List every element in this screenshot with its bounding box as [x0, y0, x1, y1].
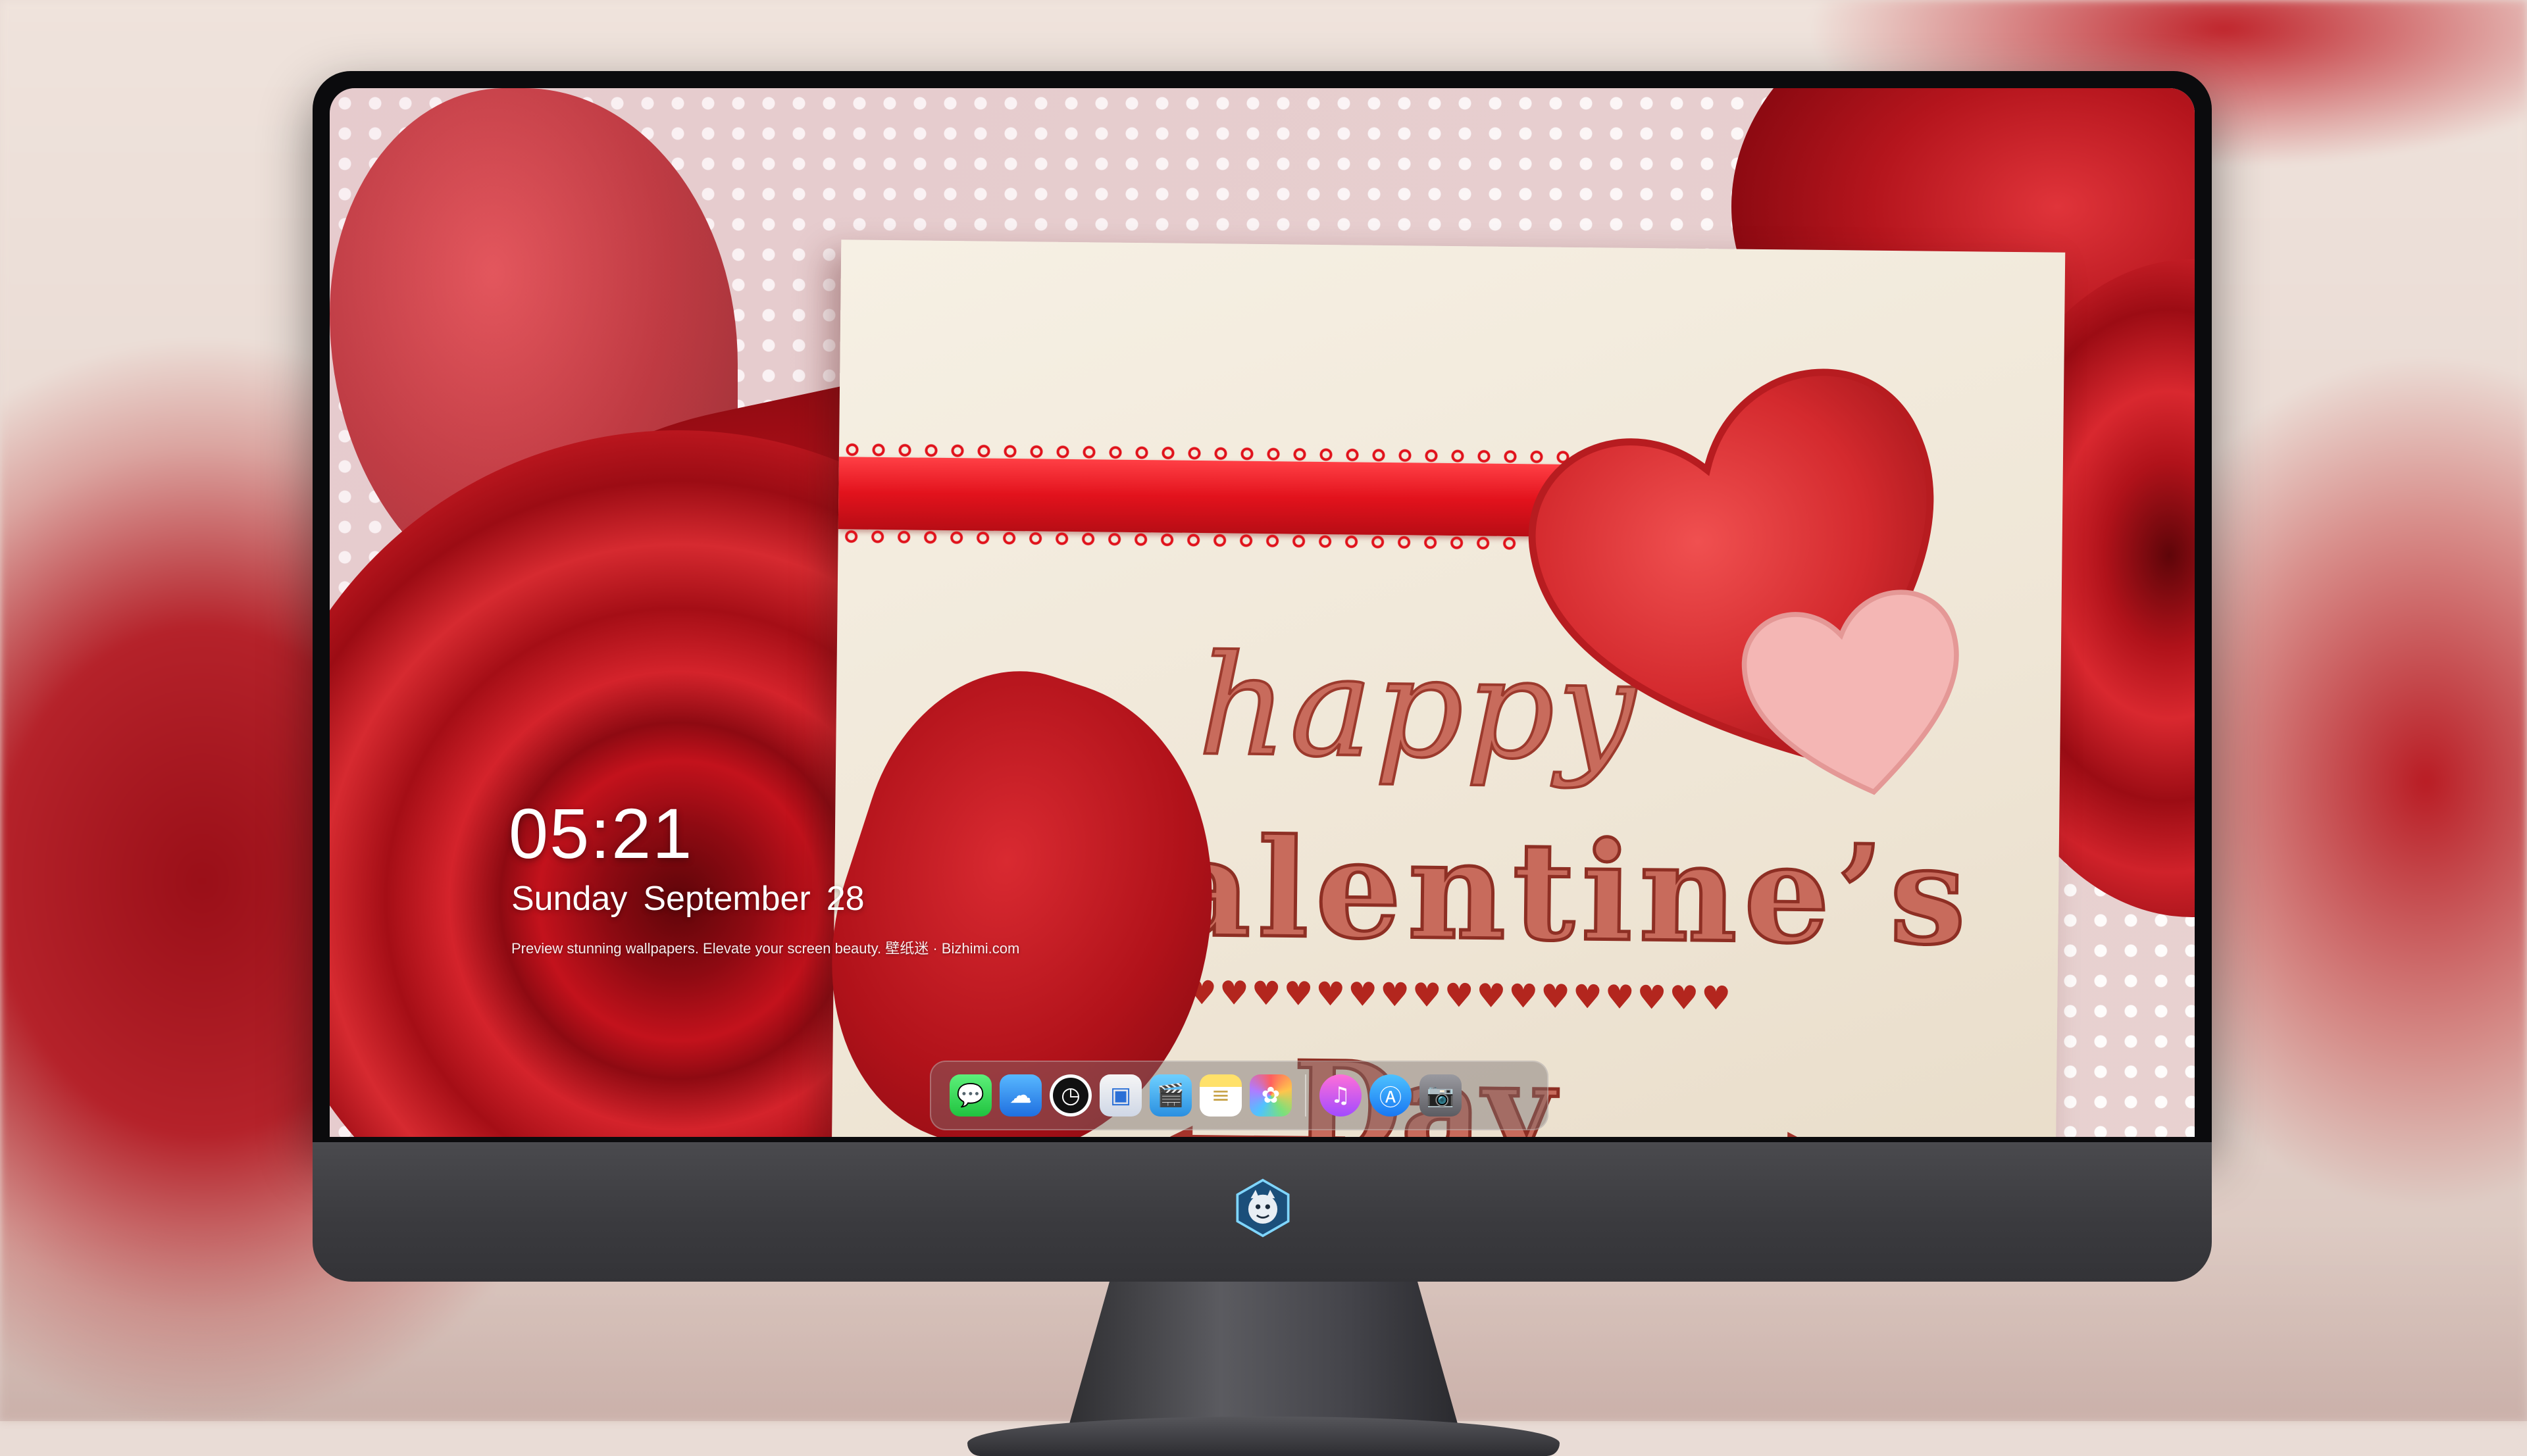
monitor: happy Valentine’s ♥♥♥♥♥♥♥♥♥♥♥♥♥♥♥♥♥♥♥ Da…	[313, 71, 2212, 1456]
video-icon[interactable]: 🎬	[1150, 1074, 1192, 1117]
messages-icon[interactable]: 💬	[950, 1074, 992, 1117]
date-weekday: Sunday	[511, 880, 628, 918]
photos-icon[interactable]: ✿	[1250, 1074, 1292, 1117]
clock-icon[interactable]: ◷	[1050, 1074, 1092, 1117]
card-ribbon	[838, 457, 1622, 538]
app-store-icon[interactable]: Ⓐ	[1369, 1074, 1412, 1117]
small-pink-heart	[1741, 590, 1959, 795]
monitor-stand-base	[967, 1417, 1560, 1456]
date-day: 28	[826, 880, 865, 918]
card-hearts-row: ♥♥♥♥♥♥♥♥♥♥♥♥♥♥♥♥♥♥♥	[1123, 972, 1734, 1018]
preview-icon[interactable]: ▣	[1100, 1074, 1142, 1117]
lockscreen-date: Sunday September 28	[511, 879, 881, 918]
weather-icon[interactable]: ☁	[1000, 1074, 1042, 1117]
camera-icon[interactable]: 📷	[1419, 1074, 1462, 1117]
date-month: September	[643, 880, 811, 918]
notes-icon[interactable]: ≡	[1200, 1074, 1242, 1117]
mascot-shield-icon	[1236, 1178, 1290, 1238]
lockscreen-clock: 05:21	[509, 793, 694, 873]
screen: happy Valentine’s ♥♥♥♥♥♥♥♥♥♥♥♥♥♥♥♥♥♥♥ Da…	[330, 88, 2195, 1137]
monitor-bezel: happy Valentine’s ♥♥♥♥♥♥♥♥♥♥♥♥♥♥♥♥♥♥♥ Da…	[313, 71, 2212, 1142]
monitor-chin	[313, 1142, 2212, 1282]
dock-separator	[1305, 1074, 1306, 1117]
music-icon[interactable]: ♫	[1319, 1074, 1362, 1117]
monitor-stand-neck	[1067, 1282, 1460, 1433]
lockscreen-tagline: Preview stunning wallpapers. Elevate you…	[511, 940, 1020, 957]
dock: 💬 ☁ ◷ ▣ 🎬 ≡ ✿ ♫ Ⓐ 📷	[930, 1061, 1548, 1130]
